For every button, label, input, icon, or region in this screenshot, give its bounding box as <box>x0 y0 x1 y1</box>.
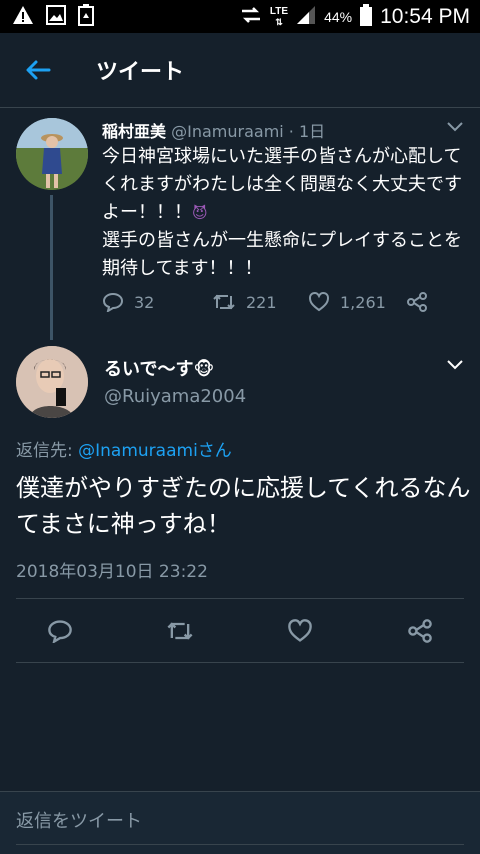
like-button[interactable]: 1,261 <box>308 292 406 312</box>
author-name[interactable]: るいで〜す🐵 <box>104 355 214 381</box>
tweet-header: 稲村亜美 @Inamuraami · 1日 <box>102 118 325 142</box>
arrow-left-icon <box>26 60 51 80</box>
reply-button[interactable]: 32 <box>102 292 212 312</box>
tweet-actions <box>0 612 480 650</box>
reply-composer: 返信をツイート <box>0 791 480 854</box>
chevron-down-icon <box>447 122 463 132</box>
reply-button[interactable] <box>41 612 79 650</box>
chevron-down-icon <box>447 360 463 370</box>
reply-icon <box>102 292 124 312</box>
reply-input[interactable]: 返信をツイート <box>16 800 464 845</box>
share-icon <box>408 619 432 643</box>
avatar[interactable] <box>16 118 88 190</box>
retweet-button[interactable]: 221 <box>212 292 308 312</box>
reply-to-label: 返信先: @Inamuraamiさん <box>16 441 232 461</box>
back-button[interactable] <box>18 50 58 90</box>
alert-icon <box>12 5 34 29</box>
sync-icon <box>240 6 262 28</box>
share-icon <box>407 292 427 312</box>
image-icon <box>46 4 66 29</box>
retweet-button[interactable] <box>161 612 199 650</box>
reply-icon <box>48 620 72 643</box>
like-button[interactable] <box>281 612 319 650</box>
clock: 10:54 PM <box>380 4 470 28</box>
battery-icon <box>360 3 373 30</box>
page-title: ツイート <box>96 60 185 85</box>
heart-icon <box>288 619 312 642</box>
tweet-timestamp: 2018年03月10日 23:22 <box>16 562 208 582</box>
tweet-actions: 32 221 1,261 <box>102 287 432 317</box>
tweet-text: 僕達がやりすぎたのに応援してくれるなんてまさに神っすね！ <box>16 474 471 538</box>
tweet-text: 今日神宮球場にいた選手の皆さんが心配してくれますがわたしは全く問題なく大丈夫です… <box>102 146 462 279</box>
reply-to-mention[interactable]: @Inamuraamiさん <box>78 441 232 461</box>
app-header: ツイート <box>0 33 480 108</box>
devil-emoji: 😈 <box>192 204 208 222</box>
tweet-menu-button[interactable] <box>446 356 464 375</box>
recycle-battery-icon <box>78 3 94 30</box>
signal-icon <box>296 5 316 29</box>
thread-line <box>50 195 53 340</box>
battery-percent: 44% <box>324 8 353 25</box>
share-button[interactable] <box>406 292 428 312</box>
status-bar: LTE ⇅ 44% 10:54 PM <box>0 0 480 33</box>
heart-icon <box>308 292 330 312</box>
avatar[interactable] <box>16 346 88 418</box>
author-name[interactable]: 稲村亜美 <box>102 122 166 141</box>
lte-indicator: LTE ⇅ <box>269 5 289 27</box>
divider <box>16 598 464 599</box>
retweet-icon <box>213 294 235 310</box>
share-button[interactable] <box>401 612 439 650</box>
divider <box>16 662 464 663</box>
retweet-icon <box>167 622 193 640</box>
author-handle: @Ruiyama2004 <box>104 386 247 407</box>
author-handle: @Inamuraami · 1日 <box>171 122 326 141</box>
tweet-menu-button[interactable] <box>446 118 464 137</box>
